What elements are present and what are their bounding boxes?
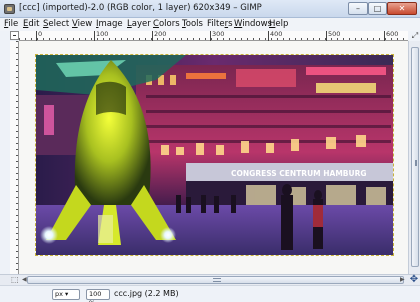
menu-view[interactable]: View (72, 19, 92, 29)
menu-windows[interactable]: Windows (234, 19, 272, 29)
ruler-tick: 400 (268, 31, 282, 41)
menu-select[interactable]: Select (43, 19, 69, 29)
maximize-button[interactable]: □ (368, 2, 387, 15)
ruler-tick: 300 (210, 31, 224, 41)
left-edge (0, 41, 10, 274)
canvas-photo: CONGRESS CENTRUM HAMBURG (36, 55, 393, 255)
horizontal-scroll-row: ⬚ ◀ ▶ ✥ (0, 274, 420, 285)
gimp-icon (4, 4, 15, 14)
unit-value: px (55, 290, 63, 298)
menu-filters[interactable]: Filters (207, 19, 233, 29)
ruler-tick: 600 (384, 31, 398, 41)
window-title: [ccc] (imported)-2.0 (RGB color, 1 layer… (19, 3, 262, 13)
menu-file[interactable]: File (4, 19, 18, 29)
sign-text: CONGRESS CENTRUM HAMBURG (231, 169, 367, 178)
menu-help[interactable]: Help (269, 19, 288, 29)
menu-colors[interactable]: Colors (153, 19, 180, 29)
scroll-grip (415, 160, 417, 166)
close-button[interactable]: ✕ (387, 2, 417, 15)
ruler-tick: 0 (36, 31, 42, 41)
vertical-ruler[interactable] (10, 41, 19, 274)
minimize-button[interactable]: – (348, 2, 368, 15)
ruler-tick: 500 (326, 31, 340, 41)
menu-edit[interactable]: Edit (23, 19, 39, 29)
status-bar: px ▾ 100 % ccc.jpg (2.2 MB) (0, 285, 420, 302)
file-info: ccc.jpg (2.2 MB) (114, 289, 179, 298)
canvas-area[interactable]: CONGRESS CENTRUM HAMBURG (19, 41, 408, 274)
chevron-down-icon: ▾ (62, 290, 69, 298)
scroll-right-icon[interactable]: ▶ (400, 276, 405, 283)
scroll-grip (213, 278, 221, 282)
menu-bar: File Edit Select View Image Layer Colors… (0, 18, 420, 31)
unit-select[interactable]: px ▾ (52, 289, 80, 300)
horizontal-scroll-thumb[interactable] (27, 276, 404, 284)
menu-triangle-icon[interactable] (10, 31, 19, 40)
zoom-to-fit-icon[interactable]: ⤢ (410, 31, 420, 41)
quick-mask-icon[interactable]: ⬚ (11, 275, 19, 284)
scroll-left-icon[interactable]: ◀ (22, 276, 27, 283)
horizontal-ruler[interactable]: 0 100 200 300 400 500 600 (19, 31, 408, 41)
ruler-tick: 100 (94, 31, 108, 41)
menu-image[interactable]: Image (96, 19, 123, 29)
ruler-row: 0 100 200 300 400 500 600 (0, 31, 420, 41)
image-canvas[interactable]: CONGRESS CENTRUM HAMBURG (35, 54, 394, 256)
zoom-value: 100 % (89, 290, 102, 302)
menu-layer[interactable]: Layer (127, 19, 151, 29)
vertical-scrollbar[interactable] (408, 41, 420, 274)
menu-tools[interactable]: Tools (182, 19, 203, 29)
ruler-tick: 200 (152, 31, 166, 41)
zoom-select[interactable]: 100 % (86, 289, 110, 302)
vertical-scroll-thumb[interactable] (411, 47, 419, 267)
title-bar: [ccc] (imported)-2.0 (RGB color, 1 layer… (0, 0, 420, 18)
